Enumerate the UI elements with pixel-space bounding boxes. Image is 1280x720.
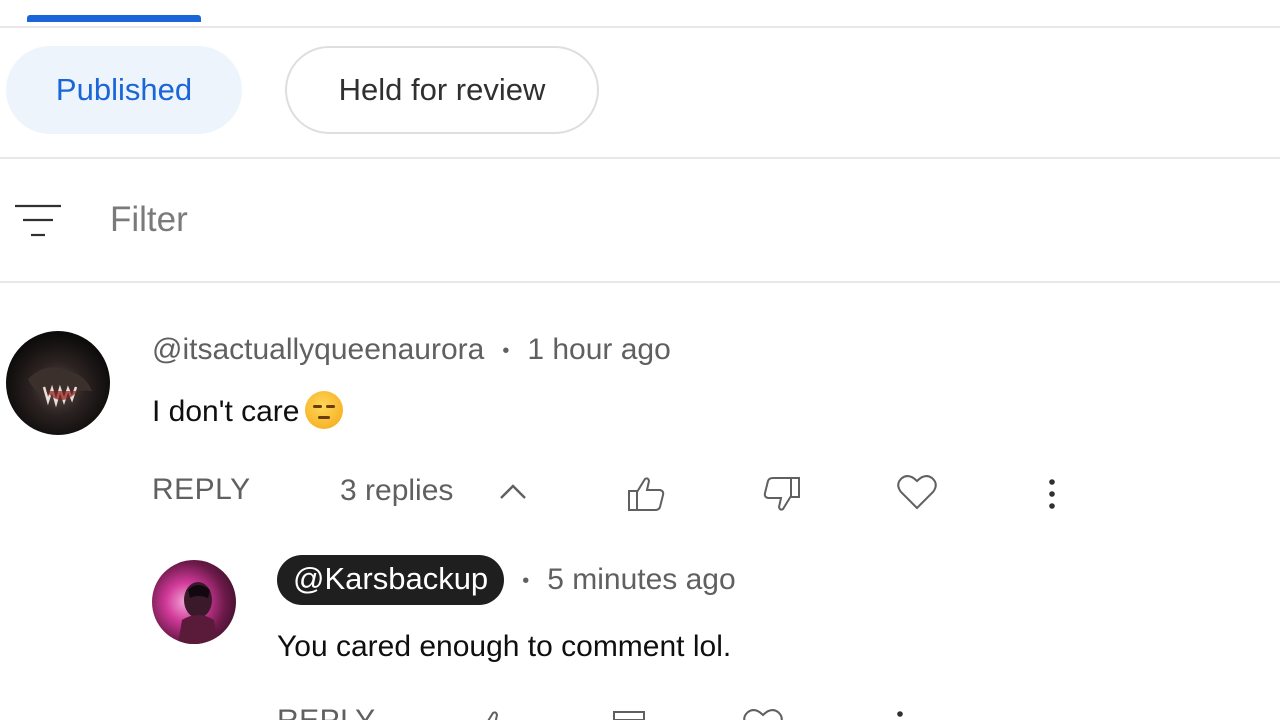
reply-actions: REPLY (0, 698, 1280, 720)
filter-placeholder[interactable]: Filter (110, 200, 188, 240)
reply-avatar[interactable] (152, 560, 236, 644)
chevron-up-icon[interactable] (498, 480, 528, 504)
reply-time[interactable]: 5 minutes ago (547, 563, 735, 596)
thumbs-down-icon[interactable] (610, 710, 650, 720)
more-vert-icon[interactable] (1044, 474, 1060, 514)
chip-published-label: Published (55, 72, 193, 107)
heart-icon[interactable] (742, 706, 784, 720)
divider (0, 281, 1280, 283)
reply-text: You cared enough to comment lol. (277, 630, 732, 663)
reply-button[interactable]: REPLY (152, 473, 251, 507)
meta-separator: • (502, 339, 510, 362)
comment-actions: REPLY 3 replies (0, 468, 1280, 518)
unamused-face-icon (305, 391, 344, 429)
active-tab-indicator (27, 15, 201, 22)
comment-meta: @itsactuallyqueenaurora • 1 hour ago (152, 333, 671, 367)
reply-reply-button[interactable]: REPLY (277, 704, 376, 720)
comment-status-chips: Published Held for review (0, 46, 1280, 136)
reply-avatar-image (178, 582, 218, 644)
divider (0, 157, 1280, 159)
more-vert-icon[interactable] (892, 708, 908, 720)
avatar-image (28, 367, 92, 408)
thumbs-up-icon[interactable] (474, 708, 514, 720)
comments-page: Published Held for review Filter @itsact… (0, 0, 1280, 720)
comment-author[interactable]: @itsactuallyqueenaurora (152, 333, 484, 366)
reply-author-badge[interactable]: @Karsbackup (277, 555, 505, 605)
chip-held-for-review[interactable]: Held for review (285, 46, 599, 134)
replies-toggle[interactable]: 3 replies (340, 474, 453, 508)
tab-strip (0, 0, 1280, 28)
thumbs-down-icon[interactable] (762, 474, 802, 514)
reply-meta: @Karsbackup • 5 minutes ago (277, 555, 736, 605)
avatar[interactable] (6, 331, 110, 435)
filter-bar[interactable]: Filter (0, 160, 1280, 282)
chip-published[interactable]: Published (6, 46, 242, 134)
comment-time[interactable]: 1 hour ago (527, 333, 670, 366)
chip-held-label: Held for review (338, 72, 546, 107)
thumbs-up-icon[interactable] (626, 474, 666, 514)
heart-icon[interactable] (896, 472, 938, 512)
comment-text: I don't care (152, 391, 344, 432)
filter-lines-icon[interactable] (14, 202, 62, 240)
meta-separator: • (522, 569, 530, 592)
comment-body: I don't care (152, 394, 300, 428)
